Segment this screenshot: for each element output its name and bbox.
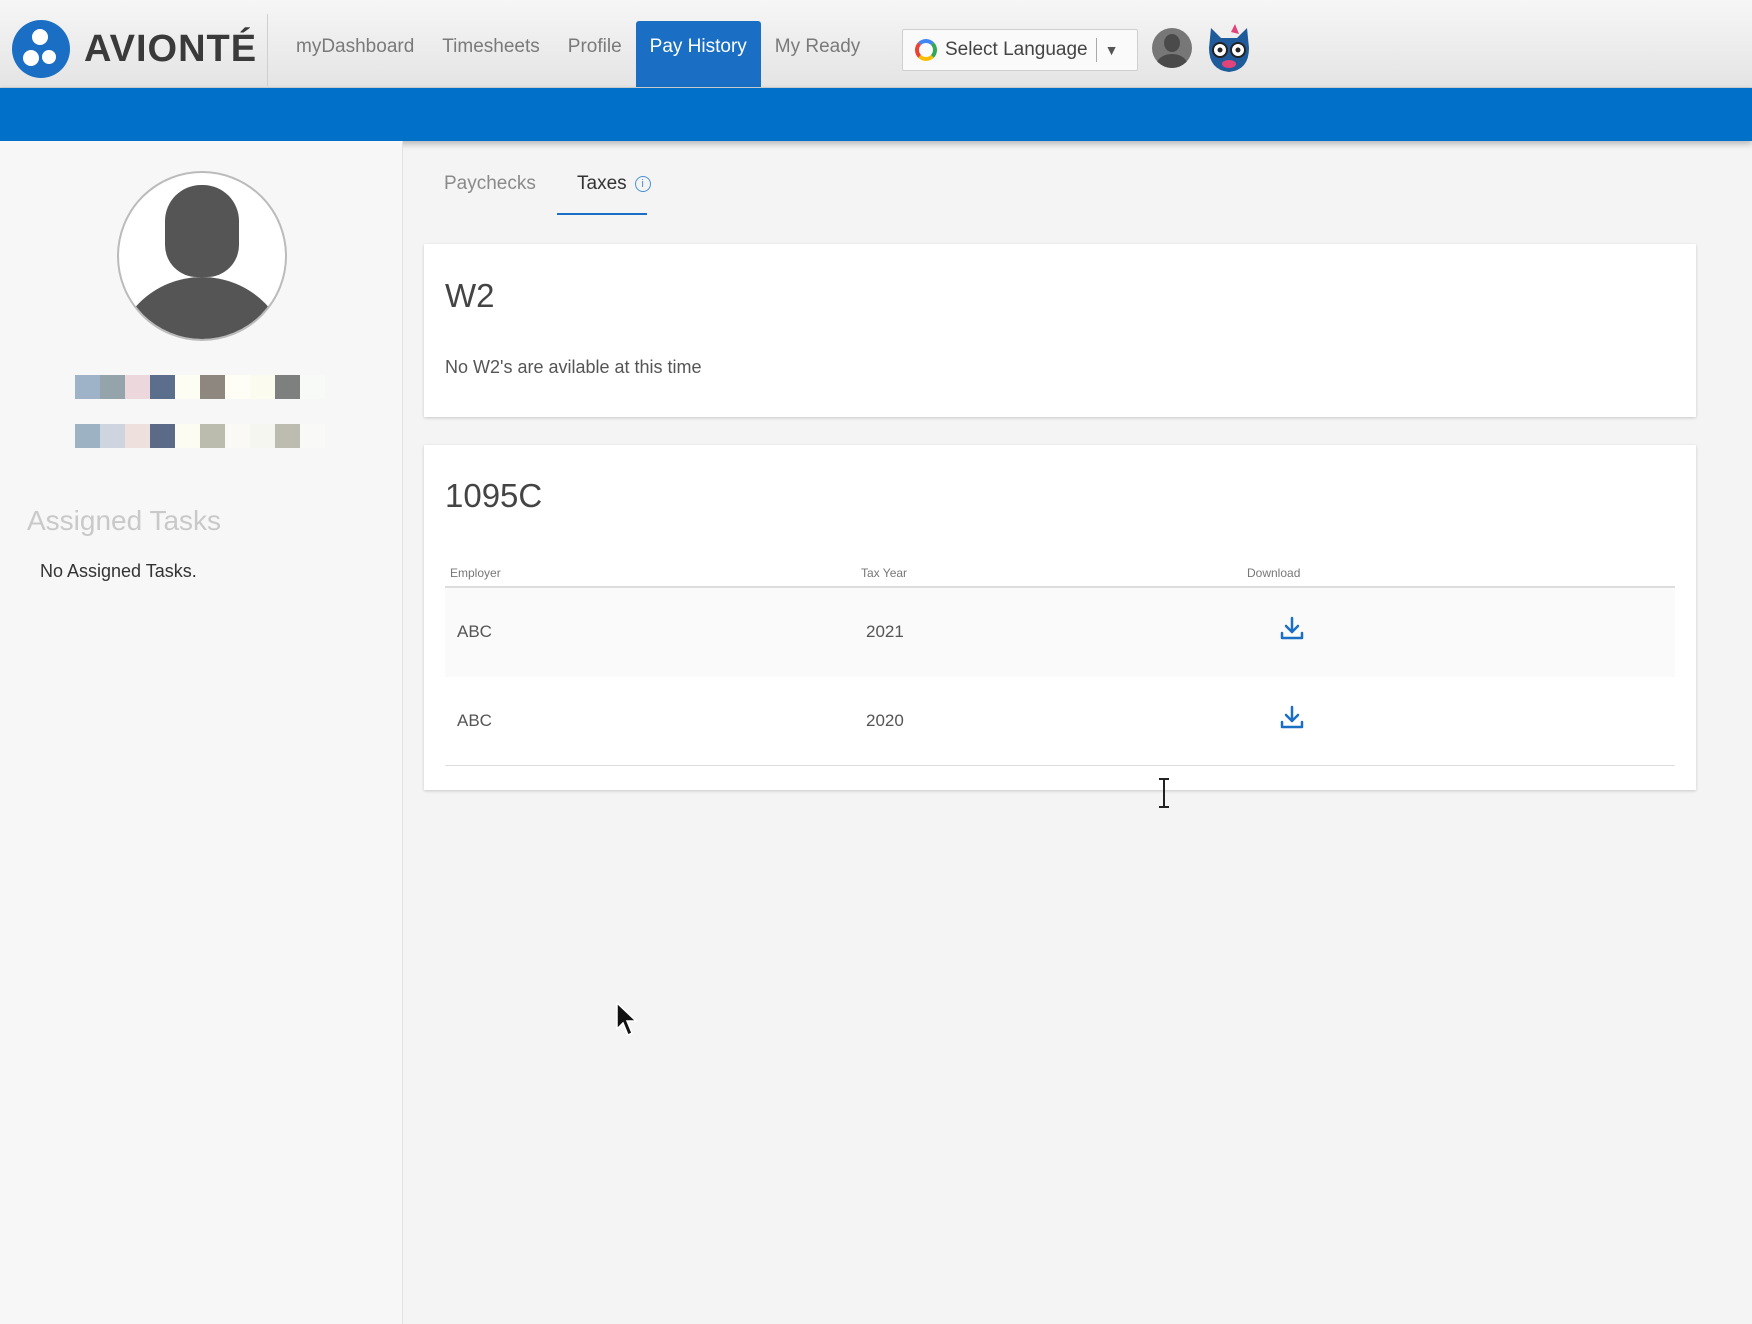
- download-icon[interactable]: [1278, 615, 1306, 643]
- tax-year-cell: 2020: [866, 711, 904, 730]
- avionte-logo-icon: [12, 20, 70, 78]
- mouse-pointer-icon: [616, 1002, 638, 1037]
- chevron-down-icon: ▼: [1104, 42, 1119, 58]
- form-1095c-title: 1095C: [445, 477, 543, 514]
- column-header-download: Download: [1247, 566, 1301, 580]
- main-nav: myDashboard Timesheets Profile Pay Histo…: [282, 21, 874, 87]
- sidebar: Assigned Tasks No Assigned Tasks.: [0, 141, 403, 1324]
- nav-item-timesheets[interactable]: Timesheets: [428, 21, 554, 87]
- user-avatar-icon[interactable]: [1152, 28, 1192, 68]
- brand-name: AVIONTÉ: [84, 27, 258, 70]
- table-row: ABC 2021: [445, 588, 1675, 677]
- table-bottom-divider: [445, 765, 1675, 766]
- w2-title: W2: [445, 277, 495, 314]
- language-select[interactable]: Select Language ▼: [902, 29, 1138, 71]
- mascot-icon[interactable]: [1205, 24, 1253, 76]
- redacted-name: [75, 375, 325, 399]
- nav-item-mydashboard[interactable]: myDashboard: [282, 21, 428, 87]
- employer-cell: ABC: [457, 622, 492, 641]
- info-icon[interactable]: i: [634, 176, 651, 192]
- tab-active-indicator: [557, 213, 647, 215]
- form-1095c-card: 1095C Employer Tax Year Download ABC 202…: [424, 445, 1696, 790]
- assigned-tasks-heading: Assigned Tasks: [27, 505, 222, 536]
- top-nav: AVIONTÉ myDashboard Timesheets Profile P…: [0, 0, 1752, 88]
- language-select-label: Select Language: [945, 39, 1088, 60]
- header-band: [0, 88, 1752, 141]
- redacted-email: [75, 424, 325, 448]
- download-icon[interactable]: [1278, 704, 1306, 732]
- column-header-tax-year: Tax Year: [861, 566, 908, 580]
- column-header-employer: Employer: [450, 566, 501, 580]
- employer-cell: ABC: [457, 711, 492, 730]
- tab-taxes-label: Taxes: [577, 173, 627, 194]
- tab-paychecks[interactable]: Paychecks: [444, 173, 536, 195]
- w2-card: W2 No W2's are avilable at this time: [424, 244, 1696, 417]
- profile-avatar: [117, 171, 287, 341]
- assigned-tasks-empty: No Assigned Tasks.: [40, 561, 197, 581]
- language-select-divider: [1095, 38, 1097, 62]
- nav-item-pay-history[interactable]: Pay History: [635, 21, 761, 87]
- tax-year-cell: 2021: [866, 622, 904, 641]
- tab-taxes[interactable]: Taxes i: [577, 173, 651, 195]
- nav-item-profile[interactable]: Profile: [554, 21, 636, 87]
- nav-item-my-ready[interactable]: My Ready: [761, 21, 875, 87]
- brand-logo[interactable]: AVIONTÉ: [12, 20, 257, 78]
- nav-divider: [267, 14, 268, 86]
- google-icon: [915, 39, 937, 61]
- text-cursor-icon: [1159, 778, 1169, 808]
- w2-empty-message: No W2's are avilable at this time: [445, 357, 702, 377]
- table-row: ABC 2020: [445, 677, 1675, 766]
